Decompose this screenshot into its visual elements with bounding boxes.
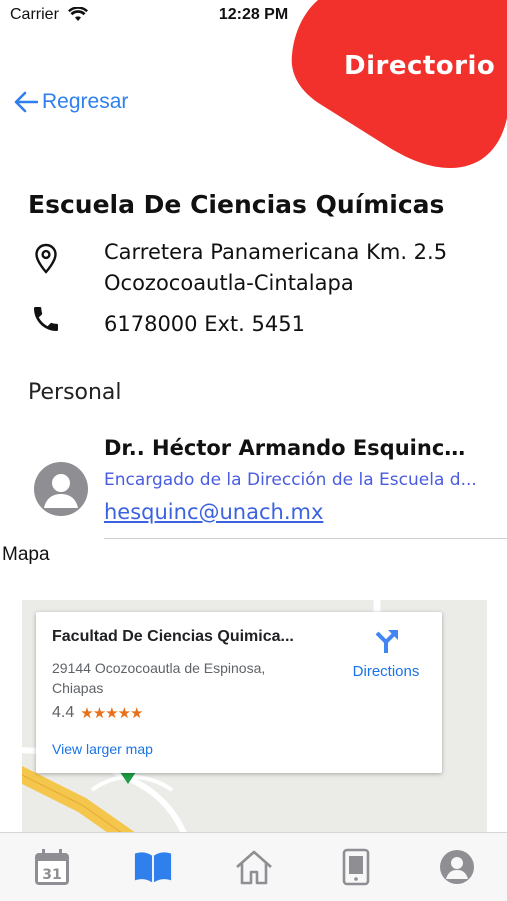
- place-address: 29144 Ocozocoautla de Espinosa, Chiapas: [52, 658, 322, 698]
- person-role: Encargado de la Dirección de la Escuela …: [104, 470, 477, 490]
- rating-stars-icon: ★★★★★: [80, 705, 143, 722]
- place-address-line-1: 29144 Ocozocoautla de Espinosa,: [52, 660, 266, 676]
- tab-home[interactable]: [234, 847, 274, 887]
- tab-profile[interactable]: [437, 847, 477, 887]
- phone-icon: [34, 307, 58, 331]
- rating-value: 4.4: [52, 704, 75, 721]
- back-label: Regresar: [42, 90, 129, 113]
- school-phone[interactable]: 6178000 Ext. 5451: [104, 312, 305, 336]
- avatar: [34, 462, 88, 516]
- divider: [104, 538, 507, 539]
- person-email-link[interactable]: hesquinc@unach.mx: [104, 500, 323, 524]
- map-info-card: Facultad De Ciencias Quimica... 29144 Oc…: [36, 612, 442, 773]
- address-line-2: Ocozocoautla-Cintalapa: [104, 271, 354, 295]
- place-name: Facultad De Ciencias Quimica...: [52, 628, 294, 645]
- location-pin-icon: [35, 243, 57, 274]
- school-name: Escuela De Ciencias Químicas: [28, 190, 445, 219]
- tab-directory[interactable]: [133, 847, 173, 887]
- tab-contact[interactable]: [336, 847, 376, 887]
- calendar-icon: 31: [35, 849, 69, 885]
- place-rating: 4.4 ★★★★★: [52, 704, 144, 722]
- header-blob: [291, 0, 507, 168]
- person-icon: [44, 474, 78, 508]
- back-button[interactable]: Regresar: [14, 90, 128, 114]
- directions-icon: [375, 630, 398, 653]
- directions-button[interactable]: Directions: [336, 628, 436, 680]
- school-address: Carretera Panamericana Km. 2.5 Ocozocoau…: [104, 237, 447, 299]
- calendar-day: 31: [42, 867, 61, 883]
- arrow-left-icon: [14, 91, 38, 113]
- home-icon: [236, 850, 272, 885]
- directions-label: Directions: [352, 663, 420, 680]
- phone-icon: [342, 848, 370, 886]
- personal-heading: Personal: [28, 380, 122, 405]
- address-line-1: Carretera Panamericana Km. 2.5: [104, 240, 448, 264]
- view-larger-map-link[interactable]: View larger map: [52, 741, 153, 757]
- tab-bar: 31: [0, 832, 507, 901]
- book-icon: [134, 852, 172, 883]
- person-name: Dr.. Héctor Armando Esquinca A...: [104, 436, 479, 460]
- map-heading: Mapa: [2, 544, 50, 565]
- tab-calendar[interactable]: 31: [32, 847, 72, 887]
- profile-icon: [440, 850, 474, 884]
- page-title: Directorio: [344, 51, 496, 81]
- place-address-line-2: Chiapas: [52, 680, 104, 696]
